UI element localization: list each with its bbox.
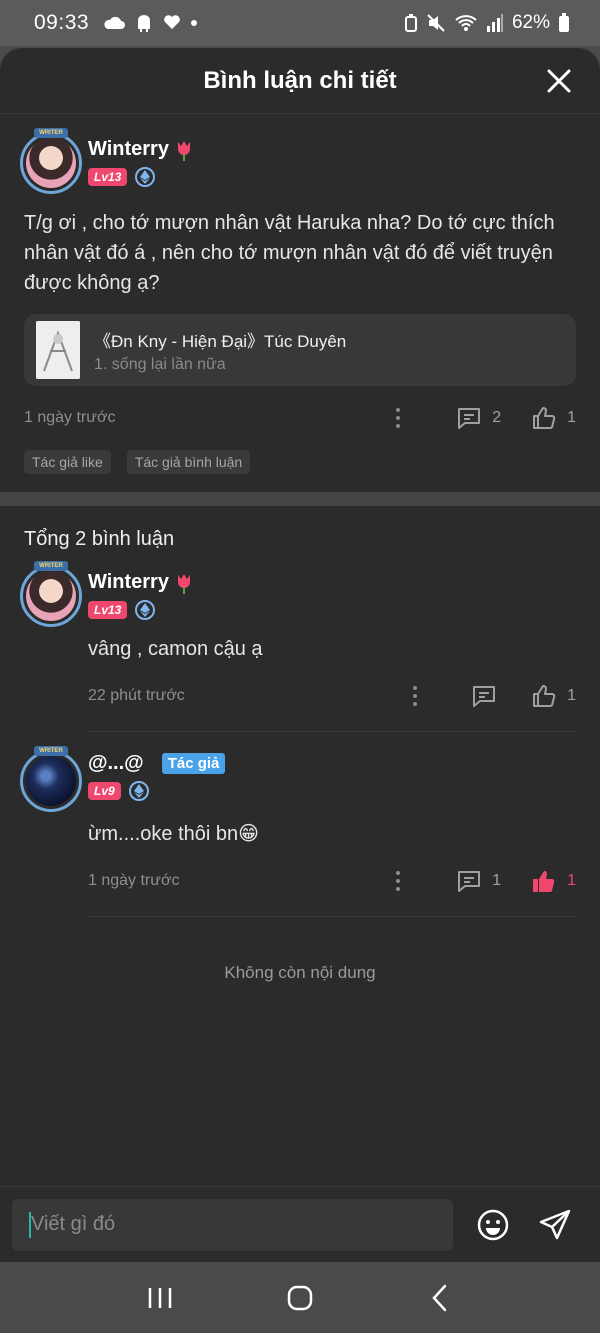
status-time: 09:33 xyxy=(34,11,90,34)
ethereum-badge-icon xyxy=(135,600,156,620)
section-divider xyxy=(0,492,600,506)
comment-time: 1 ngày trước xyxy=(24,409,116,426)
home-icon xyxy=(287,1285,313,1310)
more-options-button[interactable] xyxy=(405,684,425,708)
health-heart-icon xyxy=(164,15,180,29)
book-title: 《Đn Kny - Hiện Đại》Túc Duyên xyxy=(94,331,347,351)
comment-icon xyxy=(473,686,496,707)
mute-icon xyxy=(427,14,445,32)
back-button[interactable] xyxy=(410,1273,470,1323)
battery-percent: 62% xyxy=(511,12,550,33)
like-button-active[interactable]: 1 xyxy=(531,869,576,893)
close-icon xyxy=(547,69,571,93)
more-options-button[interactable] xyxy=(388,869,408,893)
system-navigation-bar xyxy=(0,1262,600,1333)
like-count: 1 xyxy=(567,687,576,704)
thumbs-up-icon xyxy=(533,407,556,429)
thumbs-up-filled-icon xyxy=(533,871,555,892)
recent-apps-button[interactable] xyxy=(130,1273,190,1323)
battery-icon xyxy=(559,13,569,32)
like-button[interactable]: 1 xyxy=(531,684,576,708)
main-comment: WRITER Winterry Lv13 T/g ơi , cho tớ mượ… xyxy=(0,114,600,474)
no-more-content-label: Không còn nội dung xyxy=(224,963,376,982)
book-chapter: 1. sống lại lần nữa xyxy=(94,355,226,373)
avatar[interactable]: WRITER xyxy=(20,128,82,194)
reply-text: ừm....oke thôi bn😁 xyxy=(88,823,259,845)
reply-item: WRITER Winterry Lv13 vâng , camon cậu ạ … xyxy=(0,561,600,732)
text-cursor xyxy=(29,1212,31,1238)
tag-author-commented: Tác giả bình luận xyxy=(126,450,251,474)
back-icon xyxy=(432,1284,447,1311)
android-icon xyxy=(138,15,151,32)
comment-time: 22 phút trước xyxy=(88,687,185,704)
comment-time: 1 ngày trước xyxy=(88,872,180,889)
main-comment-user-row: WRITER Winterry Lv13 xyxy=(20,128,576,194)
comment-icon xyxy=(458,408,481,429)
tulip-icon xyxy=(177,140,190,161)
home-button[interactable] xyxy=(270,1273,330,1323)
more-options-button[interactable] xyxy=(388,406,408,430)
level-badge: Lv13 xyxy=(88,601,128,619)
reply-text: vâng , camon cậu ạ xyxy=(88,638,263,660)
signal-icon xyxy=(486,14,503,32)
main-comment-meta: 1 ngày trước 2 1 xyxy=(20,386,576,450)
book-cover xyxy=(36,321,80,379)
level-badge: Lv13 xyxy=(88,168,128,186)
reply-meta: 22 phút trước 1 xyxy=(88,661,576,731)
comment-text: T/g ơi , cho tớ mượn nhân vật Haruka nha… xyxy=(24,212,555,294)
level-badge: Lv9 xyxy=(88,782,121,800)
battery-saver-icon xyxy=(404,14,417,32)
thumbs-up-icon xyxy=(533,685,556,707)
reply-button[interactable]: 1 xyxy=(456,869,501,893)
close-button[interactable] xyxy=(544,66,574,96)
notification-dot-icon xyxy=(191,20,198,26)
username[interactable]: @...@ Tác giả xyxy=(88,752,576,775)
tag-list: Tác giả like Tác giả bình luận xyxy=(20,450,576,474)
reply-count: 1 xyxy=(492,872,502,889)
wifi-icon xyxy=(455,15,477,31)
tulip-icon xyxy=(177,573,190,594)
book-card[interactable]: 《Đn Kny - Hiện Đại》Túc Duyên 1. sống lại… xyxy=(24,314,576,386)
avatar[interactable]: WRITER xyxy=(20,746,82,812)
cloud-icon xyxy=(104,16,126,29)
tag-author-liked: Tác giả like xyxy=(24,450,111,474)
username[interactable]: Winterry xyxy=(88,138,195,161)
username[interactable]: Winterry xyxy=(88,571,576,594)
smiley-icon xyxy=(477,1209,509,1240)
comment-input[interactable] xyxy=(12,1198,453,1251)
reply-count: 2 xyxy=(492,409,502,426)
like-count: 1 xyxy=(567,872,576,889)
ethereum-badge-icon xyxy=(128,781,149,801)
status-bar: 09:33 62% xyxy=(0,0,600,46)
like-button[interactable]: 1 xyxy=(531,406,576,430)
reply-button[interactable]: 2 xyxy=(456,406,501,430)
sheet-header: Bình luận chi tiết xyxy=(0,48,600,114)
total-comments-label: Tổng 2 bình luận xyxy=(24,528,175,550)
comment-detail-sheet: Bình luận chi tiết WRITER Winterry Lv13 xyxy=(0,48,600,1262)
writer-frame-icon: WRITER xyxy=(34,746,68,756)
reply-button[interactable] xyxy=(471,684,497,708)
send-button[interactable] xyxy=(535,1205,575,1245)
sheet-title: Bình luận chi tiết xyxy=(203,66,397,94)
emoji-button[interactable] xyxy=(473,1205,513,1245)
reply-item: WRITER @...@ Tác giả Lv9 ừm....oke thôi … xyxy=(0,746,600,917)
reply-meta: 1 ngày trước 1 1 xyxy=(88,846,576,916)
recent-apps-icon xyxy=(148,1287,172,1308)
writer-frame-icon: WRITER xyxy=(34,561,68,571)
comment-input-bar xyxy=(0,1186,600,1262)
writer-frame-icon: WRITER xyxy=(34,128,68,138)
send-icon xyxy=(539,1209,571,1239)
like-count: 1 xyxy=(567,409,576,426)
comment-icon xyxy=(458,871,481,892)
avatar[interactable]: WRITER xyxy=(20,561,82,627)
author-tag: Tác giả xyxy=(161,753,226,774)
ethereum-badge-icon xyxy=(135,167,156,187)
